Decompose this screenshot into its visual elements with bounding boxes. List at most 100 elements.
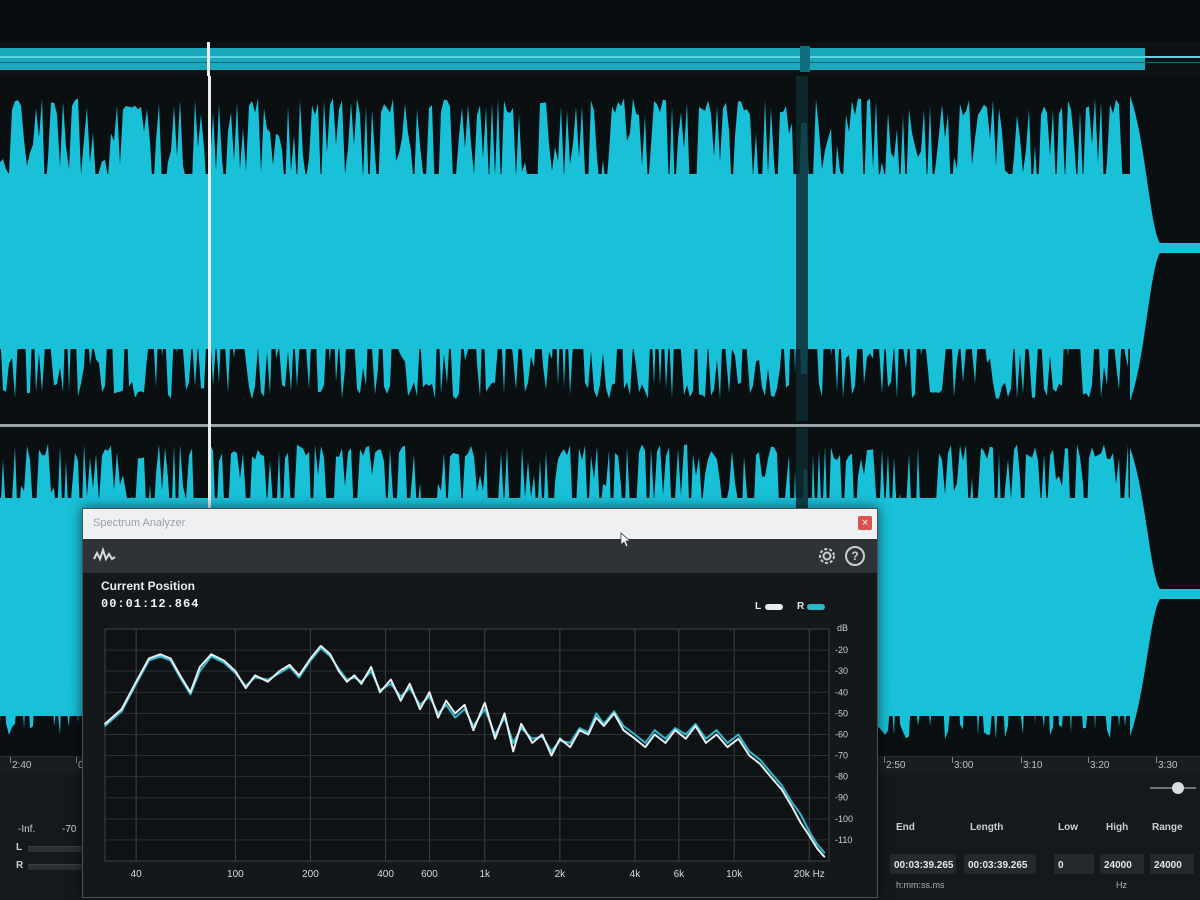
meter-bar-left	[28, 846, 88, 852]
time-tick-mark	[884, 757, 885, 763]
data-point-R	[622, 725, 625, 727]
data-point-L	[715, 733, 718, 736]
data-point-R	[790, 801, 793, 803]
data-point-L	[159, 653, 162, 656]
x-tick-label: 600	[421, 869, 438, 880]
data-point-L	[808, 834, 811, 837]
time-unit-label: h:mm:ss.ms	[896, 880, 945, 890]
data-point-L	[587, 733, 590, 736]
window-titlebar[interactable]: Spectrum Analyzer ×	[83, 509, 877, 539]
data-point-R	[634, 733, 636, 736]
y-tick-label: -40	[835, 687, 848, 697]
x-tick-label: 1k	[480, 869, 492, 880]
data-point-L	[338, 670, 340, 673]
time-tick-label: 3:00	[954, 760, 974, 771]
data-point-L	[120, 708, 123, 710]
zoom-slider[interactable]	[1150, 782, 1196, 794]
data-point-L	[329, 653, 332, 656]
data-point-L	[437, 716, 439, 719]
data-point-L	[223, 659, 225, 662]
data-point-R	[531, 737, 534, 740]
data-point-L	[569, 746, 572, 748]
data-point-L	[319, 645, 322, 647]
data-point-L	[550, 754, 553, 757]
time-tick-label: 2:50	[886, 760, 906, 771]
data-point-R	[569, 742, 572, 744]
meter-channel-right: R	[16, 860, 24, 871]
freq-unit-label: Hz	[1116, 880, 1127, 890]
close-icon[interactable]: ×	[858, 516, 872, 530]
data-point-L	[816, 847, 818, 850]
data-point-L	[503, 712, 506, 715]
legend-swatch-left[interactable]	[765, 604, 783, 610]
data-point-L	[189, 691, 192, 694]
y-tick-label: -100	[835, 814, 853, 824]
plot-area	[104, 628, 830, 862]
spectrum-analyzer-window[interactable]: Spectrum Analyzer × ? Current Position 0…	[82, 508, 878, 898]
data-point-R	[808, 830, 811, 833]
x-tick-label: 200	[302, 869, 319, 880]
data-point-L	[298, 674, 300, 677]
data-point-L	[613, 712, 615, 715]
analyzer-toolbar: ?	[83, 539, 877, 573]
end-value: 00:03:39.265	[894, 860, 954, 871]
data-point-R	[613, 710, 615, 713]
x-tick-label: 400	[377, 869, 394, 880]
level-meters: -Inf. -70 L R	[0, 810, 90, 890]
time-tick-mark	[1088, 757, 1089, 763]
x-tick-label: 6k	[674, 869, 686, 880]
time-tick-mark	[1156, 757, 1157, 763]
data-point-L	[483, 701, 486, 704]
data-point-R	[816, 843, 818, 845]
data-point-L	[267, 680, 269, 683]
data-point-L	[602, 725, 605, 727]
legend-swatch-right[interactable]	[807, 604, 825, 610]
gear-icon[interactable]	[817, 546, 837, 566]
length-value: 00:03:39.265	[968, 860, 1028, 871]
time-tick-mark	[76, 757, 77, 763]
data-point-L	[559, 737, 561, 740]
range-label: Range	[1152, 822, 1183, 833]
spectrum-chart: 40 100 200 400 600 1k 2k 4k 6k 10k 20k Hz -20 -30 -40…	[104, 623, 853, 880]
x-tick-label: 40	[131, 869, 143, 880]
y-tick-label: -20	[835, 645, 848, 655]
data-point-L	[360, 682, 363, 685]
time-tick-mark	[1021, 757, 1022, 763]
data-point-R	[715, 729, 718, 732]
time-tick-label: 3:20	[1090, 760, 1110, 771]
data-point-R	[726, 742, 729, 744]
zoom-knob[interactable]	[1172, 782, 1184, 794]
data-point-R	[644, 742, 647, 744]
data-point-L	[634, 737, 636, 740]
data-point-R	[653, 729, 656, 732]
y-tick-label: -70	[835, 751, 848, 761]
data-point-L	[578, 729, 581, 732]
data-point-L	[541, 733, 544, 736]
data-point-R	[674, 727, 677, 729]
data-point-L	[494, 737, 496, 740]
mouse-cursor-icon	[620, 532, 632, 548]
help-icon[interactable]: ?	[845, 546, 865, 566]
data-point-L	[472, 729, 475, 732]
data-point-L	[309, 657, 312, 660]
data-point-L	[664, 742, 667, 744]
track-overview[interactable]	[0, 42, 1200, 76]
low-value: 0	[1058, 860, 1064, 871]
selection-panel: End Length 00:03:39.265 00:03:39.265 h:m…	[872, 810, 1200, 900]
meter-bar-right	[28, 864, 88, 870]
data-point-R	[823, 851, 826, 854]
data-point-L	[179, 674, 181, 677]
data-point-L	[428, 691, 431, 694]
data-point-L	[823, 855, 826, 858]
data-point-R	[737, 733, 740, 736]
waveform-logo-icon	[93, 547, 116, 562]
y-tick-label: -90	[835, 793, 848, 803]
data-point-R	[759, 758, 761, 761]
x-tick-label: 100	[227, 869, 244, 880]
data-point-R	[595, 712, 598, 715]
data-point-L	[759, 763, 761, 765]
data-point-L	[790, 805, 793, 808]
data-point-L	[463, 704, 466, 706]
length-label: Length	[970, 822, 1004, 833]
current-position-label: Current Position	[101, 579, 196, 593]
